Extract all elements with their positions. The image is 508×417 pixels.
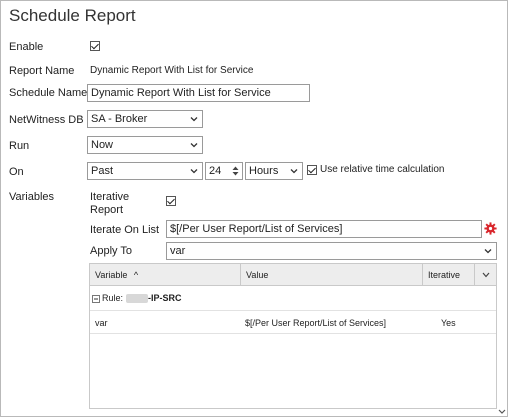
group-label-suffix: -IP-SRC (148, 293, 182, 303)
column-header-variable[interactable]: Variable ^ (90, 264, 240, 286)
table-row[interactable]: var $[/Per User Report/List of Services]… (90, 312, 496, 334)
dialog-title: Schedule Report (9, 6, 136, 25)
netwitness-db-label: NetWitness DB (9, 114, 84, 126)
chevron-down-icon (190, 117, 198, 122)
iterate-on-list-label: Iterate On List (90, 224, 160, 236)
chevron-down-icon (482, 272, 490, 278)
sort-ascending-icon: ^ (133, 270, 139, 280)
time-unit-value: Hours (249, 165, 279, 177)
apply-to-value: var (170, 245, 186, 257)
spinner-icon[interactable] (232, 165, 239, 177)
column-menu[interactable] (474, 264, 496, 286)
collapse-icon[interactable] (92, 295, 100, 303)
variables-grid: Variable ^ Value Iterative Rule: -IP-SRC… (89, 263, 497, 409)
relative-time-checkbox[interactable] (307, 165, 317, 175)
netwitness-db-value: SA - Broker (91, 113, 148, 125)
grid-header: Variable ^ Value Iterative (90, 264, 496, 286)
gear-icon[interactable] (484, 222, 497, 235)
column-header-variable-label: Variable (95, 270, 128, 280)
time-unit-select[interactable]: Hours (245, 162, 303, 180)
report-name-label: Report Name (9, 65, 75, 77)
on-label: On (9, 166, 24, 178)
column-header-iterative[interactable]: Iterative (422, 264, 474, 286)
cell-iterative: Yes (441, 318, 456, 328)
time-amount-value: 24 (209, 165, 222, 177)
enable-checkbox[interactable] (90, 41, 100, 51)
chevron-down-icon (190, 143, 198, 148)
iterative-report-label-line2: Report (90, 204, 124, 216)
schedule-name-input[interactable]: Dynamic Report With List for Service (87, 84, 310, 102)
column-header-value[interactable]: Value (240, 264, 422, 286)
time-range-value: Past (91, 165, 114, 177)
chevron-down-icon (290, 169, 298, 174)
iterate-on-list-input[interactable]: $[/Per User Report/List of Services] (166, 220, 482, 238)
report-name-value: Dynamic Report With List for Service (90, 65, 254, 76)
run-select[interactable]: Now (87, 136, 203, 154)
cell-value: $[/Per User Report/List of Services] (245, 318, 387, 328)
apply-to-select[interactable]: var (166, 242, 497, 260)
schedule-name-label: Schedule Name (9, 87, 88, 99)
variables-label: Variables (9, 191, 55, 203)
group-row[interactable]: Rule: -IP-SRC (90, 287, 496, 311)
chevron-down-icon (484, 249, 492, 254)
run-label: Run (9, 140, 30, 152)
scrollbar-button[interactable] (497, 406, 507, 416)
cell-variable: var (95, 318, 108, 328)
enable-label: Enable (9, 41, 44, 53)
run-value: Now (91, 139, 114, 151)
redacted-value (126, 294, 148, 303)
time-amount-stepper[interactable]: 24 (205, 162, 243, 180)
apply-to-label: Apply To (90, 245, 132, 257)
iterative-report-label-line1: Iterative (90, 191, 130, 203)
iterative-report-checkbox[interactable] (166, 196, 176, 206)
time-range-select[interactable]: Past (87, 162, 203, 180)
group-label-prefix: Rule: (102, 293, 124, 303)
schedule-report-panel: Schedule Report Enable Report Name Dynam… (0, 0, 508, 417)
netwitness-db-select[interactable]: SA - Broker (87, 110, 203, 128)
relative-time-label: Use relative time calculation (320, 164, 445, 175)
chevron-down-icon (190, 169, 198, 174)
